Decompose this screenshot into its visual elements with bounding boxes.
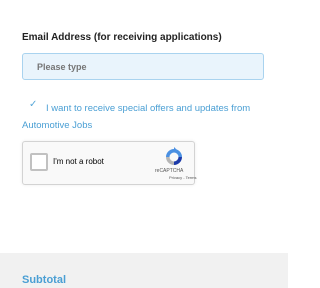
optin-label[interactable]: I want to receive special offers and upd… — [22, 100, 272, 134]
recaptcha-logo-icon — [166, 147, 182, 165]
email-input[interactable] — [22, 53, 264, 80]
recaptcha-label: I'm not a robot — [53, 157, 104, 166]
recaptcha-privacy-terms-links[interactable]: Privacy - Terms — [169, 175, 196, 180]
recaptcha-brand: reCAPTCHA — [155, 168, 184, 174]
recaptcha-checkbox[interactable] — [30, 153, 48, 171]
application-form: Email Address (for receiving application… — [0, 0, 288, 288]
order-summary-section: Subtotal — [0, 253, 288, 288]
email-label: Email Address (for receiving application… — [22, 32, 222, 43]
subtotal-label: Subtotal — [22, 274, 66, 286]
